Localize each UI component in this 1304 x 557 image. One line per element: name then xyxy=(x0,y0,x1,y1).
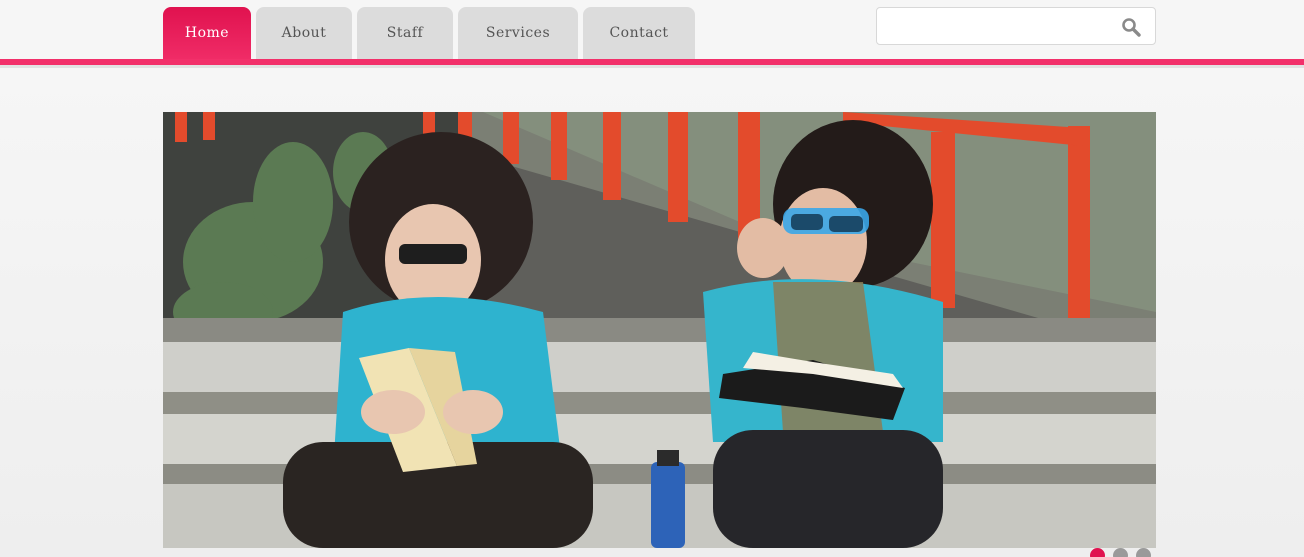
image-slider[interactable] xyxy=(163,112,1156,548)
slide-dot-3[interactable] xyxy=(1136,548,1151,557)
slide-dot-1[interactable] xyxy=(1090,548,1105,557)
page: Home About Staff Services Contact xyxy=(0,0,1304,557)
tab-about[interactable]: About xyxy=(256,7,352,60)
slider-pagination xyxy=(1090,548,1151,557)
search-input[interactable] xyxy=(885,14,1119,40)
search-box xyxy=(876,7,1156,45)
tab-services[interactable]: Services xyxy=(458,7,578,60)
search-icon[interactable] xyxy=(1121,17,1141,37)
accent-bar-shadow xyxy=(0,65,1304,68)
slide-photo xyxy=(163,112,1156,548)
slide-dot-2[interactable] xyxy=(1113,548,1128,557)
main-nav: Home About Staff Services Contact xyxy=(163,7,695,60)
tab-staff[interactable]: Staff xyxy=(357,7,453,60)
header: Home About Staff Services Contact xyxy=(0,0,1304,60)
tab-contact[interactable]: Contact xyxy=(583,7,695,60)
tab-home[interactable]: Home xyxy=(163,7,251,60)
